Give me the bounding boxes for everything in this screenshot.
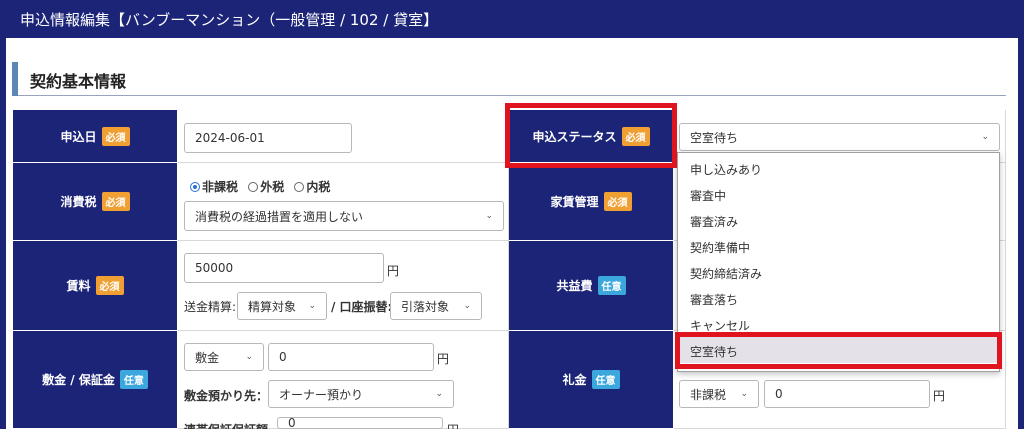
radio-exclusive-tax[interactable]: 外税 [248,180,284,194]
dropdown-option[interactable]: 審査済み [678,207,999,233]
account-label: / 口座振替: [331,300,393,314]
remit-select[interactable]: 精算対象 ⌄ [237,292,327,320]
radio-unchecked-icon [248,182,259,192]
highlight-selected-option [675,332,1002,369]
chevron-down-icon: ⌄ [981,132,989,142]
remit-label: 送金精算: [184,300,237,314]
deposit-holder-select[interactable]: オーナー預かり ⌄ [268,380,454,408]
deposit-label: 敷金 / 保証金 任意 [13,331,178,429]
partial-guarantee-label: 連帯保証保証額 [184,421,268,429]
required-badge: 必須 [101,126,130,146]
chevron-down-icon: ⌄ [245,352,253,362]
key-money-unit: 円 [933,389,946,403]
dropdown-option[interactable]: 審査中 [678,181,999,207]
optional-badge: 任意 [119,370,148,389]
rent-label: 賃料 必須 [13,241,178,331]
highlight-status-label [505,103,677,168]
section-accent-bar [12,62,18,96]
required-badge: 必須 [101,192,130,211]
key-money-label: 礼金 任意 [509,331,674,429]
partial-guarantee-unit: 円 [447,421,459,429]
rent-management-label: 家賃管理 必須 [509,163,674,241]
chevron-down-icon: ⌄ [308,301,316,311]
radio-inclusive-tax[interactable]: 内税 [294,180,330,194]
required-badge: 必須 [95,276,124,295]
rent-input[interactable]: 50000 [184,253,384,283]
chevron-down-icon: ⌄ [485,211,493,221]
dropdown-option[interactable]: 申し込みあり [678,155,999,181]
deposit-unit: 円 [437,352,450,366]
radio-checked-icon [190,182,200,192]
optional-badge: 任意 [597,276,626,295]
chevron-down-icon: ⌄ [435,389,443,399]
account-select[interactable]: 引落対象 ⌄ [390,292,482,320]
key-money-amount-input[interactable]: 0 [764,380,930,408]
common-fee-label: 共益費 任意 [509,241,674,331]
consumption-tax-label: 消費税 必須 [13,163,178,241]
tax-radio-group: 非課税 外税 内税 [190,178,330,195]
optional-badge: 任意 [591,370,620,389]
key-money-tax-select[interactable]: 非課税 ⌄ [679,380,759,408]
application-status-select[interactable]: 空室待ち ⌄ [679,123,1000,151]
dropdown-option[interactable]: 審査落ち [678,285,999,311]
deposit-type-select[interactable]: 敷金 ⌄ [184,343,264,371]
tax-transition-select[interactable]: 消費税の経過措置を適用しない ⌄ [184,201,504,231]
rent-unit: 円 [387,264,400,278]
radio-non-taxable[interactable]: 非課税 [190,180,238,194]
partial-guarantee-input[interactable]: 0 [277,416,443,429]
required-badge: 必須 [603,192,632,211]
radio-unchecked-icon [294,182,305,192]
application-date-label: 申込日 必須 [13,110,178,163]
section-title: 契約基本情報 [30,72,127,91]
section-header: 契約基本情報 [12,62,1006,96]
page-title-bar: 申込情報編集【バンブーマンション（一般管理 / 102 / 貸室】 [0,0,1024,38]
dropdown-option[interactable]: 契約準備中 [678,233,999,259]
dropdown-option[interactable]: 契約締結済み [678,259,999,285]
chevron-down-icon: ⌄ [740,389,748,399]
page-title: 申込情報編集【バンブーマンション（一般管理 / 102 / 貸室】 [20,11,439,29]
chevron-down-icon: ⌄ [463,301,471,311]
application-date-input[interactable]: 2024-06-01 [184,123,352,153]
deposit-amount-input[interactable]: 0 [268,343,434,371]
deposit-holder-label: 敷金預かり先： [184,389,269,403]
